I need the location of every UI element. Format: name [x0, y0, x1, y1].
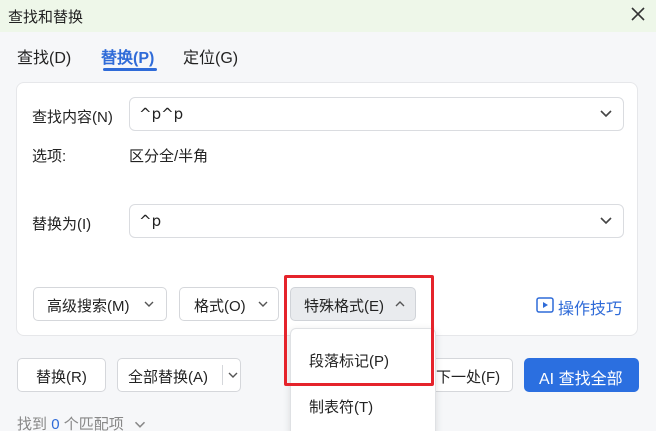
- format-label: 格式(O): [194, 298, 246, 315]
- match-count-number: 0: [51, 416, 60, 431]
- tips-label: 操作技巧: [558, 301, 623, 318]
- split-divider: [222, 365, 223, 385]
- chevron-down-icon[interactable]: [134, 420, 146, 429]
- find-label: 查找内容(N): [32, 109, 113, 126]
- options-label: 选项:: [32, 148, 67, 165]
- chevron-down-icon: [144, 301, 154, 307]
- replace-button-label: 替换(R): [36, 369, 87, 386]
- tab-replace[interactable]: 替换(P): [101, 44, 154, 68]
- replace-value: ^p: [139, 212, 162, 230]
- replace-input[interactable]: ^p: [129, 204, 624, 238]
- format-button[interactable]: 格式(O): [179, 287, 279, 321]
- chevron-up-icon: [395, 301, 405, 307]
- replace-label: 替换为(I): [32, 216, 92, 233]
- menu-item-tab-character[interactable]: 制表符(T): [309, 396, 373, 417]
- chevron-down-icon[interactable]: [228, 371, 238, 379]
- ai-find-all-label: AI 查找全部: [539, 371, 623, 388]
- advanced-search-button[interactable]: 高级搜索(M): [33, 287, 167, 321]
- active-tab-indicator: [103, 68, 157, 71]
- play-icon: [536, 297, 554, 313]
- replace-all-button[interactable]: 全部替换(A): [117, 358, 241, 392]
- ai-find-all-button[interactable]: AI 查找全部: [524, 358, 639, 392]
- chevron-down-icon[interactable]: [599, 216, 613, 226]
- special-format-button[interactable]: 特殊格式(E): [290, 287, 416, 321]
- find-input[interactable]: ^p^p: [129, 97, 624, 131]
- advanced-search-label: 高级搜索(M): [47, 298, 130, 315]
- title-bar: 查找和替换: [0, 0, 656, 32]
- window-title: 查找和替换: [8, 9, 84, 26]
- match-count-prefix: 找到: [17, 416, 48, 431]
- replace-button[interactable]: 替换(R): [17, 358, 106, 392]
- chevron-down-icon: [258, 301, 268, 307]
- special-format-menu: 段落标记(P) 制表符(T): [290, 328, 436, 431]
- find-value: ^p^p: [139, 105, 184, 123]
- special-format-label: 特殊格式(E): [304, 298, 384, 315]
- chevron-down-icon[interactable]: [599, 109, 613, 119]
- options-value: 区分全/半角: [129, 148, 209, 165]
- tab-find[interactable]: 查找(D): [17, 44, 71, 68]
- find-next-label: 下一处(F): [436, 369, 501, 386]
- tab-goto[interactable]: 定位(G): [183, 44, 238, 68]
- close-icon[interactable]: [628, 4, 648, 24]
- match-count-suffix: 个匹配项: [63, 416, 124, 431]
- menu-item-paragraph-mark[interactable]: 段落标记(P): [309, 350, 389, 371]
- replace-all-label: 全部替换(A): [128, 369, 208, 386]
- match-count: 找到 0 个匹配项: [17, 413, 146, 431]
